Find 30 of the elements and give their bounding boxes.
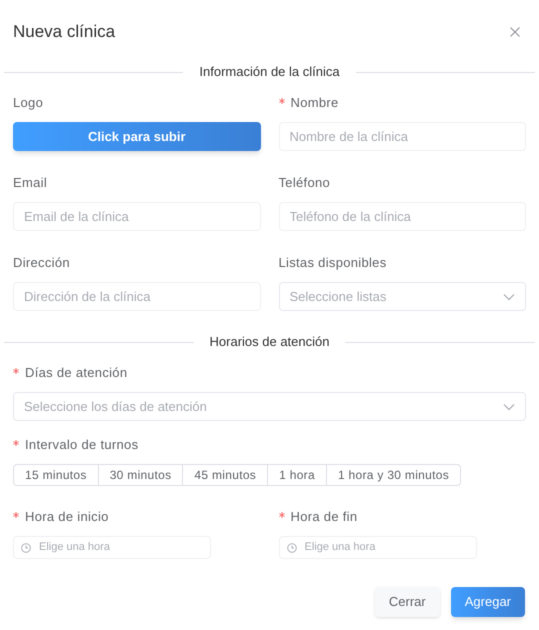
field-label: Teléfono bbox=[278, 174, 330, 192]
close-icon[interactable] bbox=[509, 26, 521, 38]
interval-option-button[interactable]: 30 minutos bbox=[98, 464, 184, 486]
chevron-down-icon bbox=[503, 292, 515, 300]
text-input-field[interactable]: Dirección de la clínica bbox=[13, 282, 260, 311]
field-label: Hora de inicio bbox=[25, 508, 109, 526]
clock-icon bbox=[286, 542, 296, 552]
section-title: Horarios de atención bbox=[208, 333, 330, 352]
field-label: Dirección bbox=[13, 254, 70, 272]
interval-option-button[interactable]: 1 hora bbox=[267, 464, 327, 486]
field-label: Logo bbox=[13, 94, 44, 112]
text-input-field[interactable]: Nombre de la clínica bbox=[278, 122, 526, 151]
text-input-field[interactable]: Email de la clínica bbox=[13, 202, 260, 231]
text-input-field[interactable]: Teléfono de la clínica bbox=[278, 202, 526, 231]
chevron-down-icon bbox=[503, 402, 515, 410]
secondary-button[interactable]: Cerrar bbox=[374, 587, 440, 617]
dialog-title: Nueva clínica bbox=[13, 21, 116, 44]
clock-icon bbox=[21, 542, 31, 552]
field-label: Listas disponibles bbox=[278, 254, 387, 272]
primary-button[interactable]: Agregar bbox=[450, 587, 525, 617]
interval-option-button[interactable]: 15 minutos bbox=[13, 464, 99, 486]
interval-option-button[interactable]: 1 hora y 30 minutos bbox=[326, 464, 462, 486]
upload-button[interactable]: Click para subir bbox=[13, 122, 260, 151]
field-label: Email bbox=[13, 174, 48, 192]
field-label: Días de atención bbox=[25, 364, 128, 382]
field-label: Hora de fin bbox=[290, 508, 358, 526]
field-label: Nombre bbox=[290, 94, 339, 112]
field-label: Intervalo de turnos bbox=[25, 436, 138, 454]
interval-option-button[interactable]: 45 minutos bbox=[182, 464, 268, 486]
section-title: Información de la clínica bbox=[198, 63, 341, 82]
